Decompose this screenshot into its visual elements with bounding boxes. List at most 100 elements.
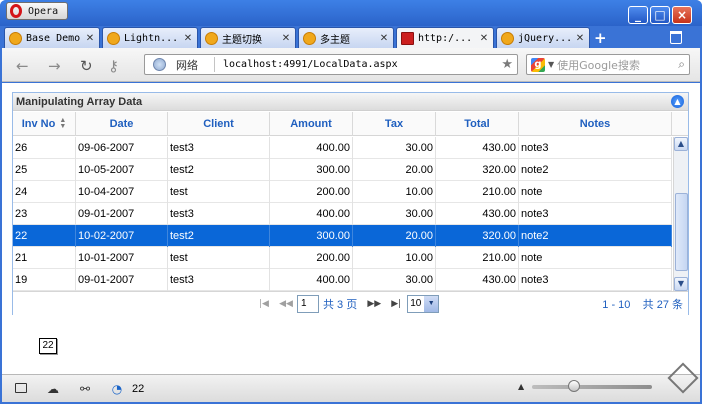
cell-tax: 20.00 (353, 159, 436, 181)
next-page-icon[interactable]: ▶▶ (363, 299, 385, 309)
zoom-out-icon[interactable]: ▲ (518, 382, 524, 391)
opera-link-icon[interactable]: ⚯ (78, 383, 92, 395)
panel-title: Manipulating Array Data (16, 95, 143, 108)
cell-tax: 30.00 (353, 137, 436, 159)
opera-unite-icon[interactable]: ☁ (46, 383, 60, 395)
total-pages-text: 共 3 页 (323, 298, 358, 311)
cell-client: test2 (168, 159, 270, 181)
table-row[interactable]: 23 09-01-2007 test3 400.00 30.00 430.00 … (13, 203, 672, 225)
tab-label: Lightn... (124, 32, 179, 44)
jquery-favicon-icon (303, 31, 316, 45)
opera-logo-icon (10, 4, 22, 18)
column-header-label: Total (464, 118, 490, 130)
tab-close-icon[interactable]: ✕ (478, 33, 490, 44)
minimize-button[interactable]: _ (628, 6, 648, 24)
page-content: Manipulating Array Data ▲ Inv No ▲ ▼ Date… (2, 83, 700, 374)
tab-close-icon[interactable]: ✕ (574, 33, 586, 44)
trash-icon[interactable] (670, 31, 682, 44)
cell-tax: 30.00 (353, 269, 436, 291)
tab-close-icon[interactable]: ✕ (378, 33, 390, 44)
status-bar: ☁ ⚯ ◔ 22 ▲ (2, 362, 700, 402)
tab-multi-theme[interactable]: 多主题 ✕ (298, 27, 394, 48)
back-icon[interactable]: ← (16, 57, 29, 75)
column-header-client[interactable]: Client (168, 112, 270, 136)
zoom-slider[interactable] (532, 379, 653, 392)
search-box[interactable]: g ▼ 使用Google搜索 ⌕ (526, 54, 690, 75)
search-placeholder: 使用Google搜索 (557, 58, 640, 72)
table-row-selected[interactable]: 22 10-02-2007 test2 300.00 20.00 320.00 … (13, 225, 672, 247)
vertical-scrollbar[interactable]: ▲ ▼ (673, 137, 688, 291)
new-tab-icon[interactable]: + (594, 29, 607, 47)
table-row[interactable]: 26 09-06-2007 test3 400.00 30.00 430.00 … (13, 137, 672, 159)
chevron-down-icon[interactable]: ▼ (424, 295, 439, 312)
row-tooltip: 22 (39, 338, 57, 354)
page-size-select[interactable]: 10 ▼ (407, 294, 440, 313)
jquery-favicon-icon (501, 31, 514, 45)
cell-date: 10-01-2007 (76, 247, 168, 269)
url-text[interactable]: localhost:4991/LocalData.aspx (223, 59, 501, 70)
title-bar: Opera _ □ × (0, 0, 702, 26)
table-row[interactable]: 25 10-05-2007 test2 300.00 20.00 320.00 … (13, 159, 672, 181)
scroll-down-icon[interactable]: ▼ (674, 277, 688, 291)
zoom-slider-thumb[interactable] (568, 379, 581, 392)
address-network-label: 网络 (176, 58, 198, 72)
column-header-inv-no[interactable]: Inv No ▲ ▼ (13, 112, 76, 136)
reload-icon[interactable]: ↻ (80, 57, 93, 75)
address-bar[interactable]: 网络 localhost:4991/LocalData.aspx ★ (144, 54, 518, 75)
column-header-label: Inv No (21, 118, 56, 130)
tab-close-icon[interactable]: ✕ (182, 33, 194, 44)
cell-amount: 400.00 (270, 269, 353, 291)
cell-tax: 20.00 (353, 225, 436, 247)
tab-close-icon[interactable]: ✕ (280, 33, 292, 44)
jquery-favicon-icon (9, 31, 22, 45)
page-number-input[interactable]: 1 (297, 294, 319, 313)
opera-menu-button[interactable]: Opera (6, 2, 68, 20)
column-header-notes[interactable]: Notes (519, 112, 672, 136)
column-header-date[interactable]: Date (76, 112, 168, 136)
cell-amount: 400.00 (270, 203, 353, 225)
column-header-tax[interactable]: Tax (353, 112, 436, 136)
tab-close-icon[interactable]: ✕ (84, 33, 96, 44)
prev-page-icon[interactable]: ◀◀ (275, 299, 297, 309)
cell-inv-no: 22 (13, 225, 76, 247)
scroll-up-icon[interactable]: ▲ (674, 137, 688, 151)
tab-label: Base Demo (26, 32, 81, 44)
cell-notes: note3 (519, 203, 672, 225)
column-header-label: Date (109, 118, 134, 130)
close-button[interactable]: × (672, 6, 692, 24)
table-row[interactable]: 21 10-01-2007 test 200.00 10.00 210.00 n… (13, 247, 672, 269)
column-header-total[interactable]: Total (436, 112, 519, 136)
search-icon[interactable]: ⌕ (678, 57, 685, 72)
google-icon[interactable]: g (531, 57, 545, 72)
cell-date: 09-01-2007 (76, 203, 168, 225)
table-row[interactable]: 19 09-01-2007 test3 400.00 30.00 430.00 … (13, 269, 672, 291)
panel-toggle-icon[interactable] (14, 382, 28, 395)
tab-base-demo[interactable]: Base Demo ✕ (4, 27, 100, 48)
table-row[interactable]: 24 10-04-2007 test 200.00 10.00 210.00 n… (13, 181, 672, 203)
tab-jquery[interactable]: jQuery... ✕ (496, 27, 590, 48)
collapse-icon[interactable]: ▲ (671, 95, 684, 108)
cell-tax: 10.00 (353, 247, 436, 269)
column-header-amount[interactable]: Amount (270, 112, 353, 136)
grid-panel: Manipulating Array Data ▲ Inv No ▲ ▼ Date… (12, 92, 689, 315)
cell-amount: 200.00 (270, 247, 353, 269)
scroll-thumb[interactable] (675, 193, 688, 271)
tab-theme-switch[interactable]: 主题切换 ✕ (200, 27, 296, 48)
cell-date: 10-02-2007 (76, 225, 168, 247)
last-page-icon[interactable]: ▶| (385, 299, 407, 309)
bookmark-star-icon[interactable]: ★ (501, 57, 513, 72)
cell-notes: note (519, 247, 672, 269)
tab-lightness[interactable]: Lightn... ✕ (102, 27, 198, 48)
maximize-button[interactable]: □ (650, 6, 670, 24)
cell-total: 320.00 (436, 159, 519, 181)
search-engine-dropdown-icon[interactable]: ▼ (548, 60, 554, 69)
panel-header: Manipulating Array Data ▲ (13, 93, 688, 111)
key-icon[interactable]: ⚷ (108, 57, 119, 75)
tab-localdata-active[interactable]: http:/... ✕ (396, 27, 494, 49)
forward-icon[interactable]: → (48, 57, 61, 75)
first-page-icon[interactable]: |◀ (253, 299, 275, 309)
column-header-label: Notes (579, 118, 611, 130)
speed-dial-icon[interactable]: ◔ (110, 383, 124, 395)
column-header-label: Amount (290, 118, 332, 130)
sort-icon[interactable]: ▲ ▼ (59, 117, 66, 130)
